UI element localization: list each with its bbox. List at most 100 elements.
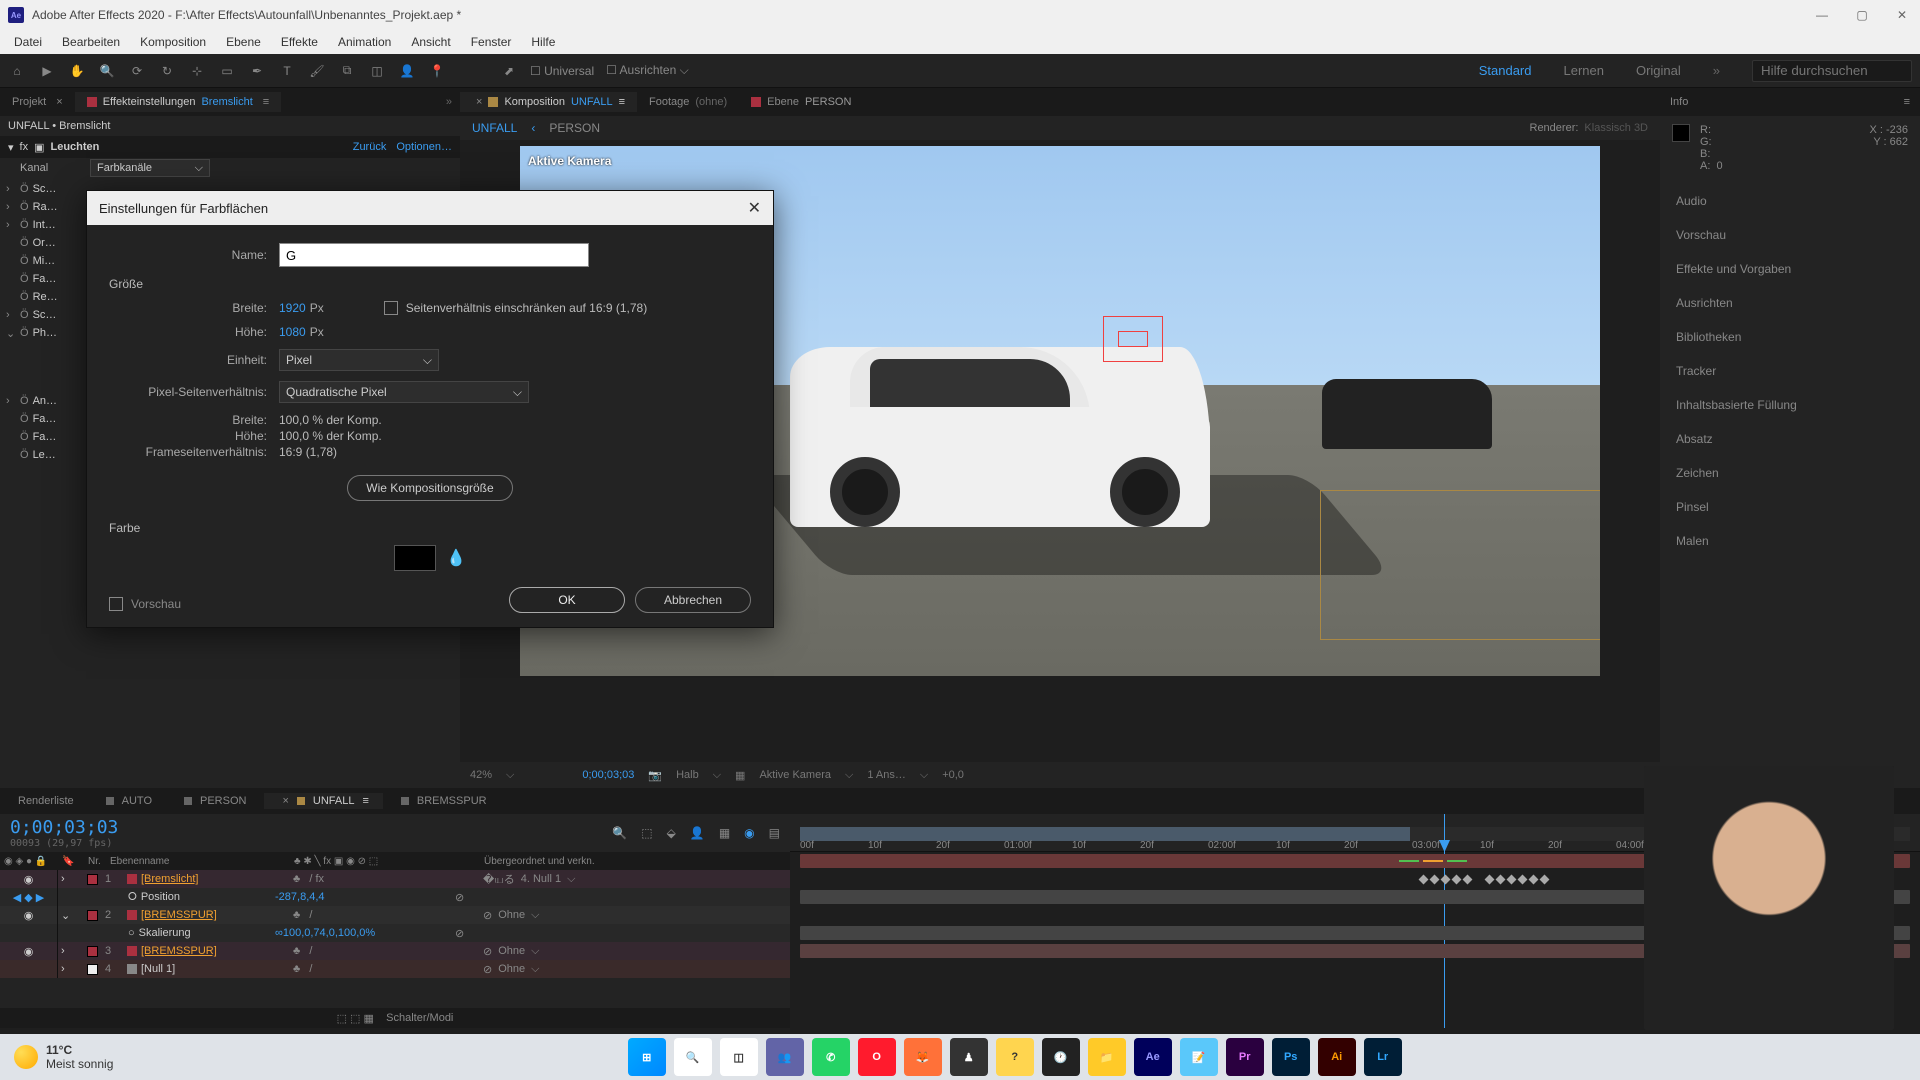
breadcrumb-back-icon[interactable]: ‹	[531, 121, 535, 135]
views-dropdown[interactable]: 1 Ans…	[867, 769, 906, 781]
breadcrumb-person[interactable]: PERSON	[549, 121, 600, 135]
effect-header[interactable]: ▾ fx ▣ Leuchten Zurück Optionen…	[0, 136, 460, 158]
tab-layer[interactable]: Ebene PERSON	[739, 92, 863, 112]
explorer-icon[interactable]: 📁	[1088, 1038, 1126, 1076]
menu-komposition[interactable]: Komposition	[132, 33, 214, 51]
brush-tool-icon[interactable]: 🖌	[308, 62, 326, 80]
firefox-icon[interactable]: 🦊	[904, 1038, 942, 1076]
after-effects-icon[interactable]: Ae	[1134, 1038, 1172, 1076]
resolution-dropdown[interactable]: Halb	[676, 769, 699, 781]
text-tool-icon[interactable]: T	[278, 62, 296, 80]
current-time[interactable]: 0;00;03;03	[10, 817, 118, 838]
sidebar-brush[interactable]: Pinsel	[1662, 494, 1918, 520]
sidebar-paragraph[interactable]: Absatz	[1662, 426, 1918, 452]
effect-options-link[interactable]: Optionen…	[396, 141, 452, 153]
anchor-tool-icon[interactable]: ⊹	[188, 62, 206, 80]
menu-ansicht[interactable]: Ansicht	[403, 33, 458, 51]
close-button[interactable]: ✕	[1892, 8, 1912, 22]
exposure-value[interactable]: +0,0	[942, 769, 964, 781]
puppet-tool-icon[interactable]: 📍	[428, 62, 446, 80]
workspace-learn[interactable]: Lernen	[1563, 63, 1603, 78]
teams-icon[interactable]: 👥	[766, 1038, 804, 1076]
camera-dropdown[interactable]: Aktive Kamera	[759, 769, 831, 781]
maximize-button[interactable]: ▢	[1852, 8, 1872, 22]
info-panel-title[interactable]: Info	[1670, 96, 1688, 108]
search-layer-icon[interactable]: 🔍	[612, 826, 627, 840]
solid-bounds[interactable]	[1320, 490, 1600, 640]
cancel-button[interactable]: Abbrechen	[635, 587, 751, 613]
rotate-tool-icon[interactable]: ↻	[158, 62, 176, 80]
snapping-universal[interactable]: ☐ Universal	[530, 64, 594, 78]
notes-icon[interactable]: 📝	[1180, 1038, 1218, 1076]
menu-datei[interactable]: Datei	[6, 33, 50, 51]
sidebar-tracker[interactable]: Tracker	[1662, 358, 1918, 384]
dialog-close-button[interactable]: ✕	[748, 198, 761, 218]
hand-tool-icon[interactable]: ✋	[68, 62, 86, 80]
name-input[interactable]	[279, 243, 589, 267]
layer-row-3[interactable]: ◉ › 3 [BREMSSPUR] ♣ / ⊘ Ohne ⌵	[0, 942, 790, 960]
close-icon[interactable]: ×	[476, 96, 482, 108]
workspace-more-icon[interactable]: »	[1713, 63, 1720, 78]
sidebar-effects[interactable]: Effekte und Vorgaben	[1662, 256, 1918, 282]
sidebar-libraries[interactable]: Bibliotheken	[1662, 324, 1918, 350]
tab-footage[interactable]: Footage (ohne)	[637, 92, 739, 112]
shy-icon[interactable]: 👤	[690, 826, 705, 840]
weather-widget[interactable]: 11°CMeist sonnig	[14, 1043, 113, 1071]
close-icon[interactable]: ×	[282, 795, 288, 807]
comp-mini-flowchart-icon[interactable]: ⬚	[641, 826, 652, 840]
channel-dropdown[interactable]: Farbkanäle⌵	[90, 159, 210, 177]
tab-render-queue[interactable]: Renderliste	[4, 793, 88, 809]
clock-icon[interactable]: 🕐	[1042, 1038, 1080, 1076]
minimize-button[interactable]: —	[1812, 8, 1832, 22]
orbit-tool-icon[interactable]: ⟳	[128, 62, 146, 80]
help-search-input[interactable]	[1752, 60, 1912, 82]
snapping-align[interactable]: ☐ Ausrichten ⌵	[606, 63, 689, 78]
layer-prop-scale[interactable]: ○ Skalierung ∞ 100,0,74,0,100,0% ⊘	[0, 924, 790, 942]
layer-row-1[interactable]: ◉ › 1 [Bremslicht] ♣ / fx �யる 4. Null 1 …	[0, 870, 790, 888]
photoshop-icon[interactable]: Ps	[1272, 1038, 1310, 1076]
menu-ebene[interactable]: Ebene	[218, 33, 269, 51]
color-swatch-button[interactable]	[394, 545, 436, 571]
snapshot-icon[interactable]: 📷	[648, 769, 662, 782]
illustrator-icon[interactable]: Ai	[1318, 1038, 1356, 1076]
tab-person[interactable]: PERSON	[170, 793, 260, 809]
width-value[interactable]: 1920	[279, 301, 306, 315]
sidebar-character[interactable]: Zeichen	[1662, 460, 1918, 486]
sidebar-audio[interactable]: Audio	[1662, 188, 1918, 214]
help-icon[interactable]: ?	[996, 1038, 1034, 1076]
motion-blur-icon[interactable]: ◉	[744, 826, 754, 840]
panel-more-icon[interactable]: »	[438, 96, 460, 108]
graph-editor-icon[interactable]: ▤	[769, 826, 780, 840]
app-icon[interactable]: ♟	[950, 1038, 988, 1076]
lightroom-icon[interactable]: Lr	[1364, 1038, 1402, 1076]
lock-aspect-checkbox[interactable]	[384, 301, 398, 315]
premiere-icon[interactable]: Pr	[1226, 1038, 1264, 1076]
layer-prop-position[interactable]: ◀ ◆ ▶ ⭘ Position -287,8,4,4 ⊘	[0, 888, 790, 906]
workspace-original[interactable]: Original	[1636, 63, 1681, 78]
sidebar-align[interactable]: Ausrichten	[1662, 290, 1918, 316]
home-icon[interactable]: ⌂	[8, 62, 26, 80]
draft3d-icon[interactable]: ⬙	[667, 826, 676, 840]
task-view-icon[interactable]: ◫	[720, 1038, 758, 1076]
stamp-tool-icon[interactable]: ⧉	[338, 62, 356, 80]
workspace-standard[interactable]: Standard	[1479, 63, 1532, 78]
tab-project[interactable]: Projekt×	[0, 92, 75, 112]
sidebar-contentaware[interactable]: Inhaltsbasierte Füllung	[1662, 392, 1918, 418]
tab-composition[interactable]: × Komposition UNFALL ≡	[460, 92, 637, 112]
panel-menu-icon[interactable]: ≡	[1904, 96, 1910, 108]
close-icon[interactable]: ×	[56, 96, 62, 108]
selection-tool-icon[interactable]: ▶	[38, 62, 56, 80]
menu-animation[interactable]: Animation	[330, 33, 399, 51]
make-comp-size-button[interactable]: Wie Kompositionsgröße	[347, 475, 512, 501]
rect-tool-icon[interactable]: ▭	[218, 62, 236, 80]
viewer-time[interactable]: 0;00;03;03	[582, 769, 634, 781]
frame-blend-icon[interactable]: ▦	[719, 826, 730, 840]
breadcrumb-unfall[interactable]: UNFALL	[472, 121, 517, 135]
tab-auto[interactable]: AUTO	[92, 793, 166, 809]
search-icon[interactable]: 🔍	[674, 1038, 712, 1076]
snap-icon[interactable]: ⬈	[500, 62, 518, 80]
tab-unfall[interactable]: ×UNFALL≡	[264, 793, 382, 809]
menu-fenster[interactable]: Fenster	[463, 33, 520, 51]
layer-row-4[interactable]: › 4 [Null 1] ♣ / ⊘ Ohne ⌵	[0, 960, 790, 978]
whatsapp-icon[interactable]: ✆	[812, 1038, 850, 1076]
